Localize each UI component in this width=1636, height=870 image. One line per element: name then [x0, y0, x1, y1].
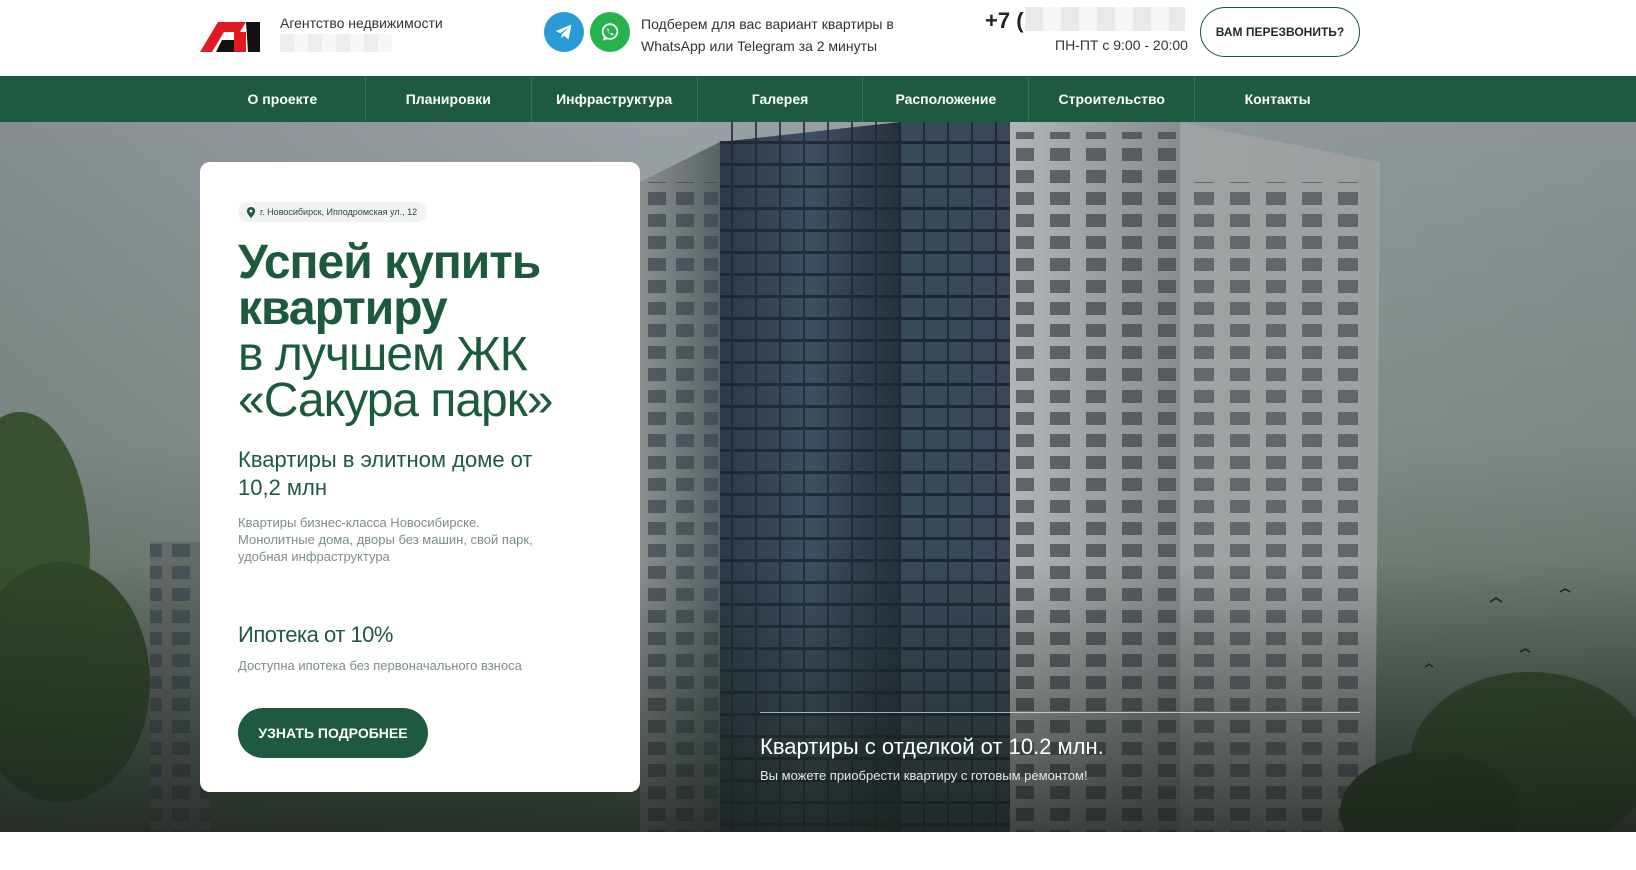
offer-card: г. Новосибирск, Ипподромская ул., 12 Усп…: [200, 162, 640, 792]
nav-item-construction[interactable]: Строительство: [1029, 76, 1196, 122]
mortgage-note: Доступна ипотека без первоначального взн…: [238, 658, 522, 673]
location-pin-icon: [246, 206, 256, 218]
hero-section: г. Новосибирск, Ипподромская ул., 12 Усп…: [0, 122, 1636, 832]
phone-number[interactable]: +7 (: [985, 8, 1024, 34]
telegram-button[interactable]: [544, 12, 584, 52]
messengers-text: Подберем для вас вариант квартиры в What…: [641, 16, 894, 54]
learn-more-button[interactable]: УЗНАТЬ ПОДРОБНЕЕ: [238, 708, 428, 758]
hero-description: Квартиры бизнес-класса Новосибирске. Мон…: [238, 515, 533, 564]
nav-item-layouts[interactable]: Планировки: [366, 76, 532, 122]
promo-divider: [760, 712, 1360, 713]
mortgage-title: Ипотека от 10%: [238, 622, 393, 647]
agency-label: Агентство недвижимости: [280, 15, 443, 31]
hero-subtitle: Квартиры в элитном доме от 10,2 млн: [238, 447, 533, 500]
promo-subtitle: Вы можете приобрести квартиру с готовым …: [760, 768, 1088, 783]
hero-title-light: в лучшем ЖК «Сакура парк»: [238, 328, 553, 427]
nav-item-about[interactable]: О проекте: [200, 76, 366, 122]
nav-item-contacts[interactable]: Контакты: [1195, 76, 1360, 122]
whatsapp-icon: [601, 23, 619, 41]
promo-title: Квартиры с отделкой от 10.2 млн.: [760, 734, 1104, 759]
telegram-icon: [555, 24, 572, 40]
phone-number-blurred: [1025, 7, 1185, 31]
nav-item-infrastructure[interactable]: Инфраструктура: [532, 76, 698, 122]
callback-button[interactable]: ВАМ ПЕРЕЗВОНИТЬ?: [1200, 7, 1360, 57]
address-badge: г. Новосибирск, Ипподромская ул., 12: [238, 202, 428, 222]
agency-logo[interactable]: [200, 18, 264, 52]
whatsapp-button[interactable]: [590, 12, 630, 52]
site-header: Агентство недвижимости Подберем для вас …: [0, 0, 1636, 76]
address-text: г. Новосибирск, Ипподромская ул., 12: [260, 207, 418, 217]
hero-title-bold: Успей купить квартиру: [238, 236, 541, 335]
main-nav: О проекте Планировки Инфраструктура Гале…: [0, 76, 1636, 122]
nav-item-gallery[interactable]: Галерея: [698, 76, 864, 122]
working-hours: ПН-ПТ с 9:00 - 20:00: [1055, 37, 1188, 53]
agency-name-blurred: [280, 34, 392, 52]
nav-item-location[interactable]: Расположение: [863, 76, 1030, 122]
